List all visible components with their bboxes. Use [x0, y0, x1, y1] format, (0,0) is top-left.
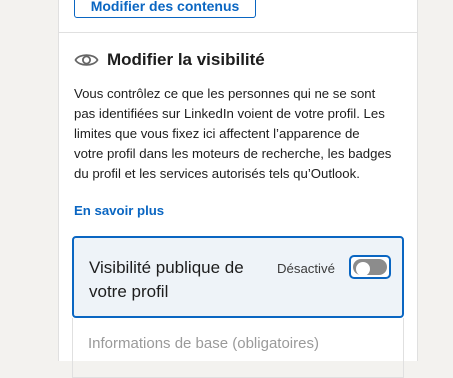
edit-content-button[interactable]: Modifier des contenus [74, 0, 256, 18]
public-visibility-card: Visibilité publique de votre profil Désa… [72, 236, 404, 318]
visibility-section-header: Modifier la visibilité [74, 49, 265, 71]
public-visibility-toggle[interactable] [349, 255, 391, 279]
basic-info-section: Informations de base (obligatoires) [72, 318, 404, 378]
edit-content-section: Modifier des contenus [59, 0, 417, 33]
public-visibility-title: Visibilité publique de votre profil [89, 258, 244, 301]
learn-more-link[interactable]: En savoir plus [74, 201, 164, 221]
basic-info-label: Informations de base (obligatoires) [88, 335, 319, 352]
toggle-track [353, 259, 387, 276]
toggle-status-label: Désactivé [277, 261, 335, 276]
toggle-knob [356, 262, 370, 276]
section-title: Modifier la visibilité [107, 50, 265, 69]
settings-panel: Modifier des contenus Modifier la visibi… [58, 0, 418, 378]
eye-icon [74, 50, 99, 70]
visibility-description: Vous contrôlez ce que les personnes qui … [74, 86, 392, 181]
